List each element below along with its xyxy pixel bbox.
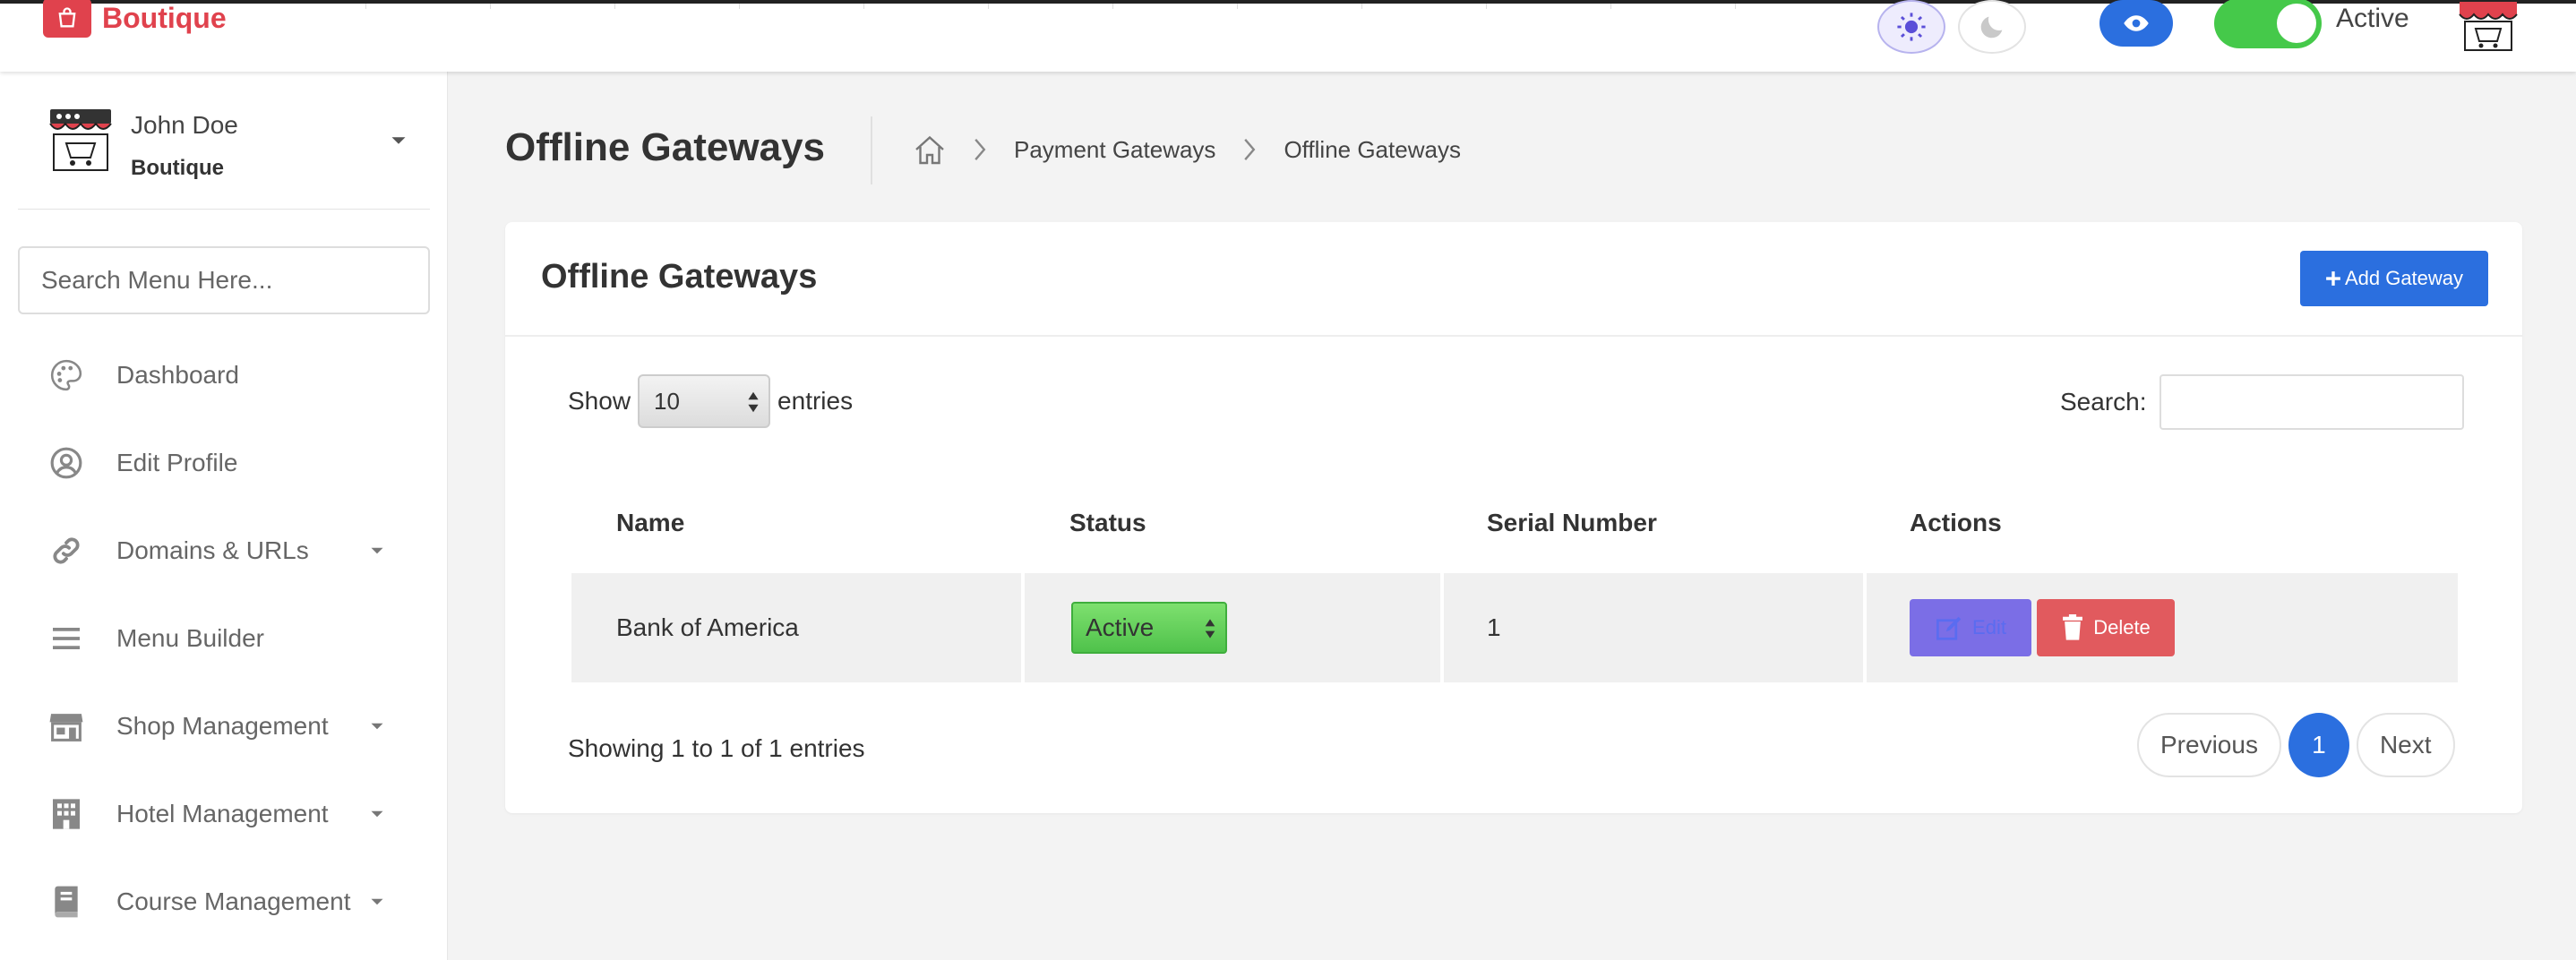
- page-number-button[interactable]: 1: [2288, 713, 2349, 777]
- store-icon: [48, 708, 84, 744]
- title-divider: [871, 116, 872, 184]
- cell-status: Active: [1025, 573, 1440, 682]
- sidebar-item-label: Menu Builder: [116, 624, 264, 652]
- palette-icon: [48, 357, 84, 393]
- updown-arrows-icon: [748, 391, 759, 413]
- chevron-right-icon: [1242, 138, 1257, 161]
- shop-avatar[interactable]: [2452, 0, 2524, 54]
- bars-icon: [48, 621, 84, 656]
- table-search-input[interactable]: [2159, 374, 2464, 430]
- cell-actions: Edit Delete: [1867, 573, 2458, 682]
- book-icon: [48, 884, 84, 920]
- user-name: John Doe: [131, 111, 238, 139]
- chevron-down-icon: [371, 723, 383, 730]
- link-icon: [48, 533, 84, 569]
- show-label: Show: [568, 387, 631, 415]
- dark-mode-button[interactable]: [1958, 0, 2026, 54]
- top-header: Boutique Active: [0, 0, 2576, 72]
- sidebar-item-label: Course Management: [116, 887, 351, 915]
- plus-icon: [2326, 271, 2340, 286]
- user-shop-name: Boutique: [131, 156, 224, 180]
- table-search: Search:: [2060, 374, 2464, 430]
- add-gateway-button[interactable]: Add Gateway: [2300, 251, 2488, 306]
- sidebar-item-hotel-management[interactable]: Hotel Management: [0, 770, 448, 858]
- sun-icon: [1897, 13, 1926, 41]
- sidebar: John Doe Boutique Dashboard Edit Profile…: [0, 72, 448, 960]
- entries-select[interactable]: 10: [638, 374, 771, 428]
- entries-value: 10: [654, 387, 680, 415]
- sidebar-item-label: Edit Profile: [116, 449, 238, 476]
- column-header-actions: Actions: [1910, 509, 2002, 536]
- status-toggle-label: Active: [2336, 4, 2409, 33]
- delete-button[interactable]: Delete: [2037, 599, 2175, 656]
- toggle-knob: [2277, 4, 2316, 43]
- table-info: Showing 1 to 1 of 1 entries: [568, 734, 865, 762]
- chevron-down-icon: [371, 898, 383, 905]
- breadcrumb-item-current: Offline Gateways: [1284, 135, 1461, 163]
- brand-logo[interactable]: Boutique: [43, 0, 227, 38]
- add-gateway-label: Add Gateway: [2344, 267, 2464, 289]
- entries-length-control: Show 10 entries: [568, 374, 853, 428]
- brand-name: Boutique: [102, 1, 227, 34]
- user-circle-icon: [48, 445, 84, 481]
- edit-button[interactable]: Edit: [1910, 599, 2031, 656]
- chevron-down-icon: [371, 547, 383, 554]
- edit-label: Edit: [1972, 616, 2006, 639]
- next-page-button[interactable]: Next: [2356, 713, 2455, 777]
- updown-arrows-icon: [1205, 619, 1215, 639]
- chevron-down-icon: [371, 810, 383, 818]
- sidebar-item-menu-builder[interactable]: Menu Builder: [0, 595, 448, 682]
- cell-serial: 1: [1444, 573, 1863, 682]
- table-row: Bank of America Active 1 Edit Delete: [571, 573, 2458, 682]
- top-tab-strip: [242, 4, 1765, 9]
- column-header-serial[interactable]: Serial Number: [1487, 473, 1657, 573]
- shop-bag-icon: [43, 0, 91, 38]
- search-label: Search:: [2060, 388, 2147, 416]
- building-icon: [48, 796, 84, 832]
- status-select[interactable]: Active: [1071, 602, 1227, 654]
- user-profile-block[interactable]: John Doe Boutique: [18, 104, 430, 210]
- sidebar-item-domains[interactable]: Domains & URLs: [0, 507, 448, 595]
- sidebar-item-course-management[interactable]: Course Management: [0, 858, 448, 946]
- cell-name: Bank of America: [571, 573, 1021, 682]
- avatar: [45, 104, 116, 176]
- delete-label: Delete: [2093, 616, 2151, 639]
- moon-icon: [1980, 16, 2003, 39]
- edit-icon: [1936, 616, 1962, 640]
- sidebar-item-edit-profile[interactable]: Edit Profile: [0, 419, 448, 507]
- light-mode-button[interactable]: [1877, 0, 1945, 54]
- sidebar-item-label: Domains & URLs: [116, 536, 309, 564]
- eye-icon: [2124, 15, 2149, 31]
- sidebar-item-dashboard[interactable]: Dashboard: [0, 331, 448, 419]
- pagination: Previous 1 Next: [2137, 713, 2455, 777]
- chevron-right-icon: [973, 138, 987, 161]
- card-title: Offline Gateways: [541, 258, 818, 296]
- status-toggle[interactable]: [2214, 0, 2322, 48]
- status-value: Active: [1086, 613, 1155, 641]
- sidebar-item-label: Hotel Management: [116, 800, 329, 827]
- chevron-down-icon: [391, 137, 406, 144]
- column-header-status[interactable]: Status: [1069, 473, 1146, 573]
- menu-search-input[interactable]: [18, 246, 430, 314]
- sidebar-item-shop-management[interactable]: Shop Management: [0, 682, 448, 770]
- trash-icon: [2063, 614, 2083, 640]
- home-icon[interactable]: [914, 134, 946, 165]
- previous-page-button[interactable]: Previous: [2137, 713, 2281, 777]
- entries-label: entries: [777, 387, 854, 415]
- sidebar-item-label: Shop Management: [116, 712, 329, 740]
- page-title: Offline Gateways: [505, 125, 826, 169]
- preview-button[interactable]: [2099, 0, 2173, 47]
- sidebar-menu: Dashboard Edit Profile Domains & URLs Me…: [0, 331, 448, 946]
- sidebar-item-label: Dashboard: [116, 361, 239, 389]
- gateways-card: Offline Gateways Add Gateway Show 10 ent…: [505, 222, 2522, 813]
- breadcrumb-item[interactable]: Payment Gateways: [1014, 136, 1215, 164]
- column-header-name[interactable]: Name: [616, 473, 684, 573]
- card-header: Offline Gateways Add Gateway: [505, 222, 2522, 337]
- breadcrumb: Payment Gateways Offline Gateways: [914, 134, 1461, 165]
